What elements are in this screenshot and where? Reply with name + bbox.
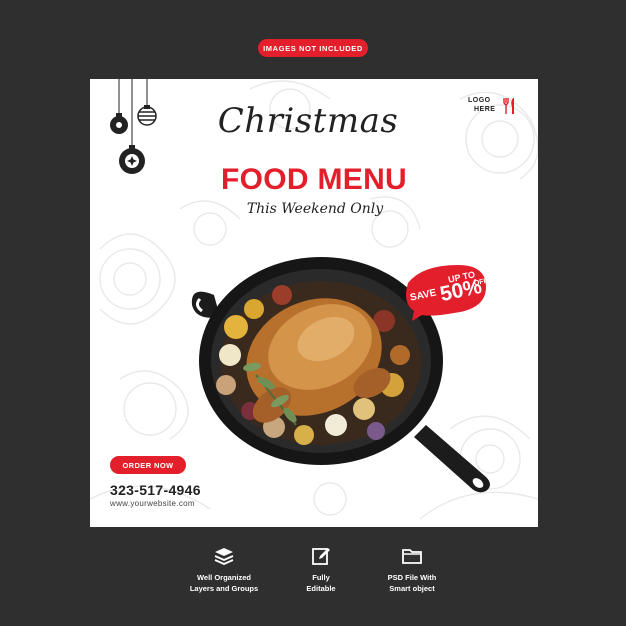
feature-psd-line2: Smart object [389,584,435,593]
feature-psd: PSD File With Smart object [357,546,467,594]
phone-number: 323-517-4946 [110,482,201,498]
food-menu-title: FOOD MENU [220,163,408,196]
christmas-script-title: Christmas [217,101,399,141]
website-url[interactable]: www.yourwebsite.com [110,499,195,508]
christmas-ornaments-icon [110,79,157,174]
folder-icon [402,549,422,564]
feature-psd-line1: PSD File With [387,573,437,582]
discount-badge: UP TO SAVE 50% OFF [402,263,489,321]
order-now-button[interactable]: ORDER NOW [110,456,186,474]
feature-layers-line2: Layers and Groups [189,584,259,593]
fork-knife-icon [503,98,514,114]
edit-icon [312,548,330,565]
social-post-card: LOGO HERE Christmas FOOD MENU This Weeke… [90,79,538,527]
weekend-tagline: This Weekend Only [246,201,384,217]
images-not-included-badge: IMAGES NOT INCLUDED [258,39,368,57]
feature-layers: Well Organized Layers and Groups [169,546,279,594]
logo-placeholder: LOGO HERE [468,97,520,121]
logo-text: LOGO [468,97,491,104]
logo-subtext: HERE [474,106,496,113]
feature-layers-line1: Well Organized [196,573,252,582]
layers-icon [214,548,234,565]
